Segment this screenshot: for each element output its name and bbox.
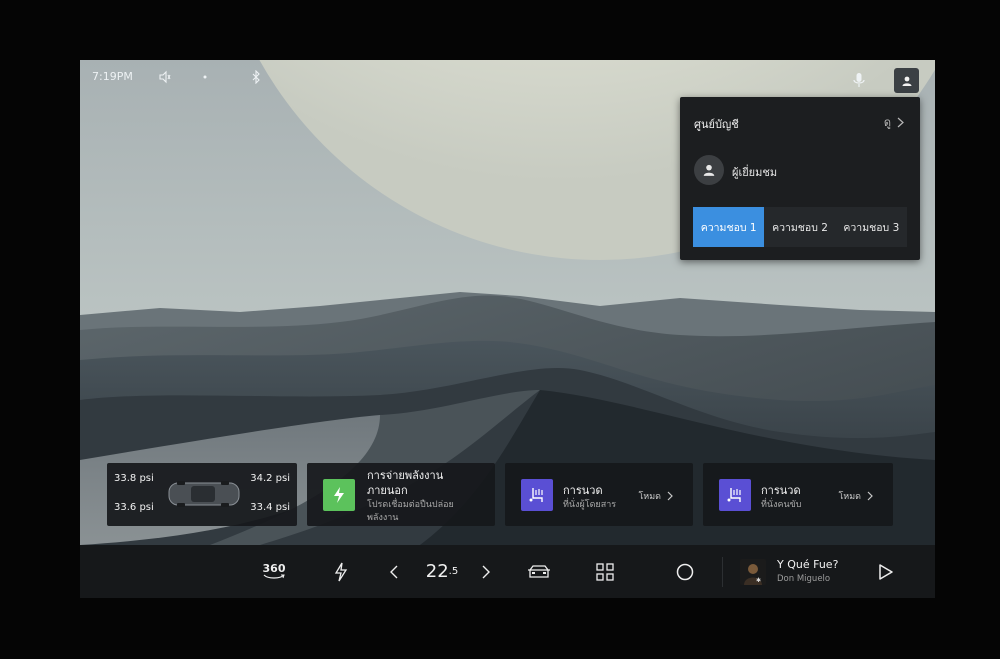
car-menu-button[interactable] [526,545,552,598]
massage-driver-title: การนวด [761,484,801,497]
external-power-subtitle: โปรดเชื่อมต่อปืนปล่อย พลังงาน [367,500,454,523]
home-button[interactable] [674,545,696,598]
massage-passenger-title: การนวด [563,484,603,497]
album-art[interactable]: ✱ [740,559,766,585]
tire-front-left: 33.8 psi [114,473,154,484]
status-bar: 7:19PM [80,60,935,96]
screen: 7:19PM ศูนย์บัญชี ดู ผู้เยี่ยมชม ความชอบ… [80,60,935,598]
mic-icon[interactable] [852,72,866,92]
external-power-card[interactable]: การจ่ายพลังงาน ภายนอก โปรดเชื่อมต่อปืนปล… [307,463,495,526]
temp-decrease-button[interactable] [385,545,403,598]
panel-title: ศูนย์บัญชี [694,118,739,131]
seat-massage-icon [719,479,751,511]
preference-3-button[interactable]: ความชอบ 3 [836,207,907,247]
charging-shortcut-button[interactable] [330,545,352,598]
lightning-icon [323,479,355,511]
chevron-right-icon [897,117,904,127]
temperature-main: 22 [425,561,449,582]
media-title[interactable]: Y Qué Fue? [777,558,838,571]
tire-rear-right: 33.4 psi [250,502,290,513]
car-icon [528,564,550,578]
preference-1-button[interactable]: ความชอบ 1 [693,207,765,247]
massage-passenger-card[interactable]: การนวด ที่นั่งผู้โดยสาร โหมด [505,463,693,526]
apps-button[interactable] [594,545,616,598]
mode-label: โหมด [838,492,861,502]
bluetooth-icon[interactable] [250,69,262,87]
chevron-left-icon [390,565,398,578]
lightning-icon [334,562,348,581]
media-artist: Don Miguelo [777,574,831,584]
massage-driver-mode-button[interactable]: โหมด [838,489,873,503]
signal-dot-icon [202,70,208,83]
apps-grid-icon [596,562,614,581]
temp-increase-button[interactable] [477,545,495,598]
mode-label: โหมด [638,492,661,502]
tire-rear-left: 33.6 psi [114,502,154,513]
massage-driver-card[interactable]: การนวด ที่นั่งคนขับ โหมด [703,463,893,526]
massage-driver-subtitle: ที่นั่งคนขับ [761,500,802,510]
play-button[interactable] [875,545,897,598]
volume-icon[interactable] [158,70,172,87]
view-link[interactable]: ดู [884,113,904,131]
guest-label[interactable]: ผู้เยี่ยมชม [732,163,777,181]
chevron-right-icon [867,491,873,501]
view-360-label: 360 [262,562,286,575]
bottom-dock: 360 22.5 ✱ Y Qué Fue? Don Miguelo [80,545,935,598]
temperature-decimal: .5 [448,566,459,577]
preference-tabs: ความชอบ 1 ความชอบ 2 ความชอบ 3 [693,207,907,247]
chevron-right-icon [667,491,673,501]
view-360-button[interactable]: 360 [256,545,292,598]
temperature-display: 22.5 [418,545,466,598]
profile-button[interactable] [894,68,919,93]
circle-home-icon [676,563,694,580]
profile-icon [902,76,911,86]
chevron-right-icon [482,565,490,578]
car-top-view-icon [168,481,240,507]
guest-avatar[interactable] [694,155,724,185]
preference-2-button[interactable]: ความชอบ 2 [764,207,835,247]
play-icon [879,563,893,580]
clock: 7:19PM [92,70,133,83]
view-label: ดู [883,116,891,129]
massage-passenger-mode-button[interactable]: โหมด [638,489,673,503]
person-icon [703,164,715,176]
seat-massage-icon [521,479,553,511]
massage-passenger-subtitle: ที่นั่งผู้โดยสาร [563,500,617,510]
svg-text:✱: ✱ [756,577,761,584]
camera-360-icon: 360 [262,563,286,580]
dock-divider [722,557,723,587]
tire-pressure-card[interactable]: 33.8 psi 34.2 psi 33.6 psi 33.4 psi [107,463,297,526]
account-center-panel: ศูนย์บัญชี ดู ผู้เยี่ยมชม ความชอบ 1 ความ… [680,97,920,260]
external-power-title: การจ่ายพลังงาน ภายนอก [367,469,444,497]
tire-front-right: 34.2 psi [250,473,290,484]
